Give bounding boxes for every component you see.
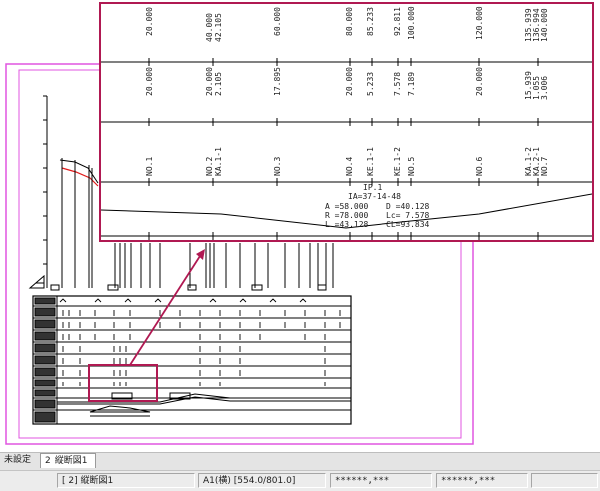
- ip-cl: CL=93.834: [386, 220, 430, 229]
- point-label: KE.1-2: [393, 147, 402, 176]
- point-label: NO.1: [145, 157, 154, 176]
- ip-a: A =58.000: [325, 202, 369, 211]
- station-label: 42.105: [214, 13, 223, 42]
- data-table: [32, 295, 352, 425]
- app-window: 20.000 40.000 42.105 60.000 80.000 85.23…: [0, 0, 600, 491]
- ip-info: IP.1 IA=37-14-48 A =58.000 D =40.128 R =…: [325, 183, 430, 229]
- point-label: NO.7: [540, 157, 549, 176]
- distance-label: 20.000: [145, 67, 154, 96]
- tab-unset[interactable]: 未設定: [0, 453, 38, 468]
- distance-labels: 20.000 20.000 2.105 17.895 20.000 5.233 …: [145, 67, 549, 100]
- tab-profile-1[interactable]: 2 縦断図1: [40, 453, 96, 468]
- status-extra: [531, 473, 598, 488]
- tab-profile-number: 2: [45, 456, 51, 466]
- point-label: KE.1-1: [366, 147, 375, 176]
- ip-d: D =40.128: [386, 202, 430, 211]
- ip-title: IP.1: [363, 183, 382, 192]
- distance-label: 3.006: [540, 76, 549, 100]
- ip-ia: IA=37-14-48: [348, 192, 401, 201]
- station-label: 140.000: [540, 8, 549, 42]
- tab-unset-label: 未設定: [4, 455, 32, 465]
- ip-l: L =43.128: [325, 220, 369, 229]
- status-bar: [ 2] 縦断図1 A1(横) [554.0/801.0] ******,***…: [0, 470, 600, 491]
- distance-label: 20.000: [205, 67, 214, 96]
- station-label: 120.000: [475, 6, 484, 40]
- alignment-band: [57, 392, 351, 417]
- distance-label: 7.578: [393, 72, 402, 96]
- distance-label: 17.895: [273, 67, 282, 96]
- status-coordinate-x: ******,***: [330, 473, 432, 488]
- vertical-scale: [43, 95, 48, 288]
- station-labels: 20.000 40.000 42.105 60.000 80.000 85.23…: [145, 6, 549, 42]
- station-label: 92.811: [393, 7, 402, 36]
- zoom-callout: 20.000 40.000 42.105 60.000 80.000 85.23…: [99, 2, 594, 242]
- direction-marker: [28, 274, 45, 289]
- status-coordinate-y: ******,***: [436, 473, 528, 488]
- point-label: KA.1-1: [214, 147, 223, 176]
- status-empty-cell: [2, 473, 54, 488]
- point-labels: NO.1 NO.2 KA.1-1 NO.3 NO.4 KE.1-1 KE.1-2…: [145, 147, 549, 176]
- point-label: NO.2: [205, 157, 214, 176]
- status-paper-size: A1(横) [554.0/801.0]: [198, 473, 326, 488]
- station-label: 85.233: [366, 7, 375, 36]
- station-label: 60.000: [273, 7, 282, 36]
- drawing-canvas[interactable]: 20.000 40.000 42.105 60.000 80.000 85.23…: [0, 0, 600, 450]
- ip-lc: Lc= 7.578: [386, 211, 430, 220]
- distance-label: 20.000: [345, 67, 354, 96]
- point-label: NO.3: [273, 157, 282, 176]
- point-label: NO.5: [407, 157, 416, 176]
- station-label: 80.000: [345, 7, 354, 36]
- station-lines: [114, 243, 334, 288]
- station-label: 100.000: [407, 6, 416, 40]
- sheet-tab-strip: 未設定 2 縦断図1: [0, 452, 600, 470]
- point-label: NO.4: [345, 157, 354, 176]
- zoom-detail: 20.000 40.000 42.105 60.000 80.000 85.23…: [101, 6, 592, 240]
- distance-label: 7.189: [407, 72, 416, 96]
- distance-label: 20.000: [475, 67, 484, 96]
- tab-profile-label: 縦断図1: [54, 456, 88, 466]
- station-label: 20.000: [145, 7, 154, 36]
- point-label: NO.6: [475, 157, 484, 176]
- ip-r: R =78.000: [325, 211, 369, 220]
- status-view: [ 2] 縦断図1: [57, 473, 195, 488]
- zoom-source-box[interactable]: [88, 364, 158, 402]
- distance-label: 5.233: [366, 72, 375, 96]
- station-label: 40.000: [205, 13, 214, 42]
- distance-label: 2.105: [214, 72, 223, 96]
- profile-lines: [59, 158, 99, 288]
